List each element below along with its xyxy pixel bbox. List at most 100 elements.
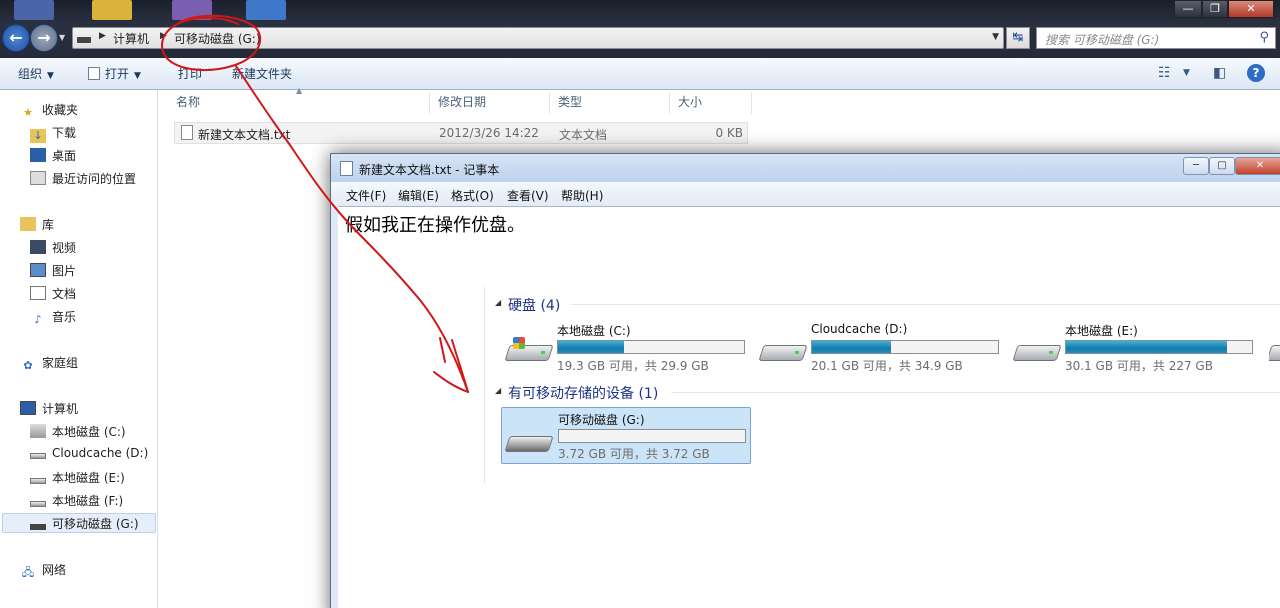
collapse-triangle-icon[interactable]: ◢ — [495, 298, 501, 307]
nav-computer[interactable]: 计算机 — [20, 400, 78, 420]
removable-drive-label: 可移动磁盘 (G:) — [558, 413, 645, 427]
documents-icon — [30, 286, 46, 300]
drive-c-capacity: 19.3 GB 可用，共 29.9 GB — [557, 359, 709, 373]
pictures-icon — [30, 263, 46, 277]
column-header-modified[interactable]: 修改日期 — [430, 92, 550, 114]
forward-button[interactable]: → — [30, 24, 58, 52]
removable-drive-tile[interactable]: 可移动磁盘 (G:) 3.72 GB 可用，共 3.72 GB — [501, 407, 751, 464]
nav-videos[interactable]: 视频 — [30, 239, 76, 259]
maximize-button[interactable]: ❐ — [1202, 0, 1228, 18]
taskbar-thumbnail[interactable] — [172, 0, 212, 20]
nav-favorites[interactable]: ★ 收藏夹 — [20, 101, 78, 121]
breadcrumb-chevron-icon[interactable]: ▶ — [160, 31, 167, 41]
file-row[interactable]: 新建文本文档.txt 2012/3/26 14:22 文本文档 0 KB — [174, 122, 748, 144]
nav-drive-e[interactable]: 本地磁盘 (E:) — [30, 469, 125, 489]
column-header-size[interactable]: 大小 — [670, 92, 752, 114]
nav-label: 视频 — [52, 241, 77, 255]
column-header-name[interactable]: 名称 — [168, 92, 430, 114]
drive-d-label[interactable]: Cloudcache (D:) — [811, 322, 907, 336]
nav-label: 本地磁盘 (C:) — [52, 425, 126, 439]
notepad-title-bar[interactable]: 新建文本文档.txt - 记事本 ─ □ ✕ — [331, 154, 1280, 182]
refresh-icon: ↹ — [1012, 30, 1024, 45]
windows-drive-icon — [504, 337, 554, 363]
file-size: 0 KB — [715, 126, 743, 140]
file-name: 新建文本文档.txt — [198, 128, 291, 142]
back-button[interactable]: ← — [2, 24, 30, 52]
nav-libraries[interactable]: 库 — [20, 216, 54, 236]
nav-drive-g[interactable]: 可移动磁盘 (G:) — [2, 513, 156, 533]
nav-label: 可移动磁盘 (G:) — [52, 517, 139, 531]
address-bar[interactable]: ▶ 计算机 ▶ 可移动磁盘 (G:) ▼ — [72, 27, 1004, 49]
nav-drive-f[interactable]: 本地磁盘 (F:) — [30, 492, 123, 512]
chevron-down-icon: ▼ — [134, 71, 141, 81]
column-header-type[interactable]: 类型 — [550, 92, 670, 114]
nav-pictures[interactable]: 图片 — [30, 262, 76, 282]
print-button[interactable]: 打印 — [178, 65, 202, 82]
nav-label: 收藏夹 — [42, 103, 79, 117]
view-options-icon[interactable]: ☷ — [1158, 65, 1171, 81]
nav-recent-places[interactable]: 最近访问的位置 — [30, 170, 136, 190]
nav-label: 最近访问的位置 — [52, 172, 137, 186]
nav-homegroup[interactable]: ✿ 家庭组 — [20, 354, 78, 374]
library-icon — [20, 217, 36, 231]
notepad-minimize-button[interactable]: ─ — [1183, 157, 1209, 175]
open-button[interactable]: 打开 ▼ — [88, 65, 141, 82]
hard-disks-header[interactable]: 硬盘 (4) — [508, 295, 560, 315]
collapse-triangle-icon[interactable]: ◢ — [495, 386, 501, 395]
view-dropdown-icon[interactable]: ▼ — [1183, 68, 1190, 78]
taskbar-thumbnail[interactable] — [246, 0, 286, 20]
star-icon: ★ — [23, 106, 33, 119]
drive-c-label[interactable]: 本地磁盘 (C:) — [557, 322, 631, 339]
menu-file[interactable]: 文件(F) — [346, 187, 386, 204]
desktop-icon — [30, 148, 46, 162]
menu-view[interactable]: 查看(V) — [507, 187, 549, 204]
file-type: 文本文档 — [559, 128, 608, 142]
command-bar: 组织 ▼ 打开 ▼ 打印 新建文件夹 ☷ ▼ ◧ ? — [0, 58, 1280, 90]
drive-icon — [1269, 337, 1280, 363]
nav-drive-d[interactable]: Cloudcache (D:) — [30, 446, 148, 466]
computer-icon — [20, 401, 36, 415]
nav-documents[interactable]: 文档 — [30, 285, 76, 305]
taskbar-thumbnail[interactable] — [92, 0, 132, 20]
usage-fill — [1066, 341, 1228, 353]
breadcrumb-chevron-icon[interactable]: ▶ — [99, 31, 106, 41]
taskbar-thumbnail[interactable] — [14, 0, 54, 20]
drive-icon — [30, 501, 46, 507]
menu-help[interactable]: 帮助(H) — [561, 187, 603, 204]
drive-icon — [30, 453, 46, 459]
history-dropdown-icon[interactable]: ▼ — [59, 33, 65, 42]
nav-drive-c[interactable]: 本地磁盘 (C:) — [30, 423, 126, 443]
menu-edit[interactable]: 编辑(E) — [398, 187, 439, 204]
minimize-button[interactable]: — — [1174, 0, 1202, 18]
drive-e-usage-bar — [1065, 340, 1253, 354]
drive-icon — [77, 37, 91, 43]
nav-downloads[interactable]: ↓ 下载 — [30, 124, 76, 144]
removable-header[interactable]: 有可移动存储的设备 (1) — [508, 383, 658, 403]
open-label: 打开 — [105, 67, 130, 81]
notepad-maximize-button[interactable]: □ — [1209, 157, 1235, 175]
organize-button[interactable]: 组织 ▼ — [18, 65, 54, 82]
menu-format[interactable]: 格式(O) — [451, 187, 494, 204]
refresh-button[interactable]: ↹ — [1006, 27, 1030, 49]
preview-pane-icon[interactable]: ◧ — [1213, 65, 1226, 81]
search-input[interactable]: 搜索 可移动磁盘 (G:) ⚲ — [1036, 27, 1276, 49]
new-folder-button[interactable]: 新建文件夹 — [232, 65, 292, 82]
drive-e-label[interactable]: 本地磁盘 (E:) — [1065, 322, 1138, 339]
video-icon — [30, 240, 46, 254]
homegroup-icon: ✿ — [23, 359, 33, 372]
close-button[interactable]: ✕ — [1228, 0, 1274, 18]
nav-desktop[interactable]: 桌面 — [30, 147, 76, 167]
downloads-folder-icon: ↓ — [30, 129, 46, 143]
notepad-close-button[interactable]: ✕ — [1235, 157, 1280, 175]
search-icon[interactable]: ⚲ — [1259, 30, 1269, 45]
breadcrumb-computer[interactable]: 计算机 — [113, 30, 149, 47]
nav-label: 文档 — [52, 287, 77, 301]
nav-label: 音乐 — [52, 310, 77, 324]
help-icon[interactable]: ? — [1247, 64, 1265, 82]
address-dropdown-icon[interactable]: ▼ — [992, 32, 999, 42]
drive-c-usage-bar — [557, 340, 745, 354]
drive-d-capacity: 20.1 GB 可用，共 34.9 GB — [811, 359, 963, 373]
nav-music[interactable]: ♪ 音乐 — [30, 308, 76, 328]
nav-network[interactable]: 🖧 网络 — [20, 561, 66, 581]
breadcrumb-removable-disk[interactable]: 可移动磁盘 (G:) — [174, 30, 261, 47]
